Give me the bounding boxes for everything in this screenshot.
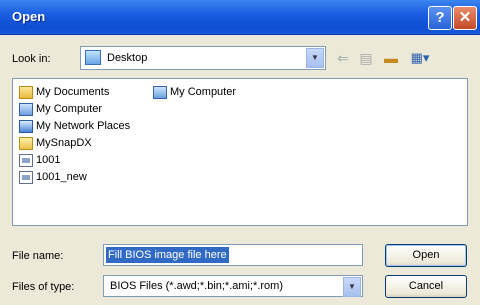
list-item-label: 1001 [36, 154, 61, 166]
back-button[interactable]: ⇐ [333, 47, 353, 69]
file-icon [19, 171, 33, 184]
look-in-dropdown[interactable]: Desktop ▼ [80, 46, 326, 70]
file-name-input[interactable]: Fill BIOS image file here [103, 244, 363, 266]
close-button[interactable]: ✕ [453, 6, 477, 30]
open-button[interactable]: Open [385, 244, 467, 267]
files-of-type-value: BIOS Files (*.awd;*.bin;*.ami;*.rom) [110, 280, 283, 292]
list-item-label: My Computer [36, 103, 103, 115]
file-list[interactable]: My Documents My Computer My Network Plac… [12, 78, 468, 226]
files-of-type-dropdown[interactable]: BIOS Files (*.awd;*.bin;*.ami;*.rom) ▼ [103, 275, 363, 297]
chevron-down-icon[interactable]: ▼ [343, 277, 361, 297]
new-folder-button[interactable]: ▬ [380, 47, 402, 69]
open-dialog: Open ? ✕ Look in: Desktop ▼ ⇐ ▤ ▬ ▦▾ My … [0, 0, 480, 305]
new-folder-icon: ▬ [384, 50, 398, 66]
help-button[interactable]: ? [428, 6, 452, 30]
list-item-label: 1001_new [36, 171, 87, 183]
up-folder-button[interactable]: ▤ [356, 47, 376, 69]
list-item-label: My Computer [170, 86, 237, 98]
help-icon: ? [435, 9, 445, 26]
files-of-type-label: Files of type: [12, 281, 75, 293]
network-places-icon [19, 120, 33, 133]
file-icon [19, 154, 33, 167]
views-icon: ▦▾ [410, 50, 430, 65]
folder-icon [19, 137, 33, 150]
list-item-label: MySnapDX [36, 137, 92, 149]
up-folder-icon: ▤ [359, 50, 373, 66]
desktop-icon [85, 50, 101, 65]
list-item-label: My Network Places [36, 120, 131, 132]
list-item-label: My Documents [36, 86, 110, 98]
dialog-title: Open [12, 9, 46, 24]
cancel-button[interactable]: Cancel [385, 275, 467, 298]
back-arrow-icon: ⇐ [337, 50, 349, 66]
chevron-down-icon[interactable]: ▼ [306, 48, 324, 68]
my-documents-icon [19, 86, 33, 99]
my-computer-icon [19, 103, 33, 116]
my-computer-icon [153, 86, 167, 99]
close-icon: ✕ [458, 9, 472, 26]
file-name-label: File name: [12, 250, 64, 262]
look-in-value: Desktop [107, 52, 148, 64]
views-menu-button[interactable]: ▦▾ [406, 47, 434, 69]
title-bar[interactable]: Open ? ✕ [0, 0, 480, 35]
look-in-label: Look in: [12, 53, 51, 65]
file-name-value: Fill BIOS image file here [106, 247, 229, 263]
